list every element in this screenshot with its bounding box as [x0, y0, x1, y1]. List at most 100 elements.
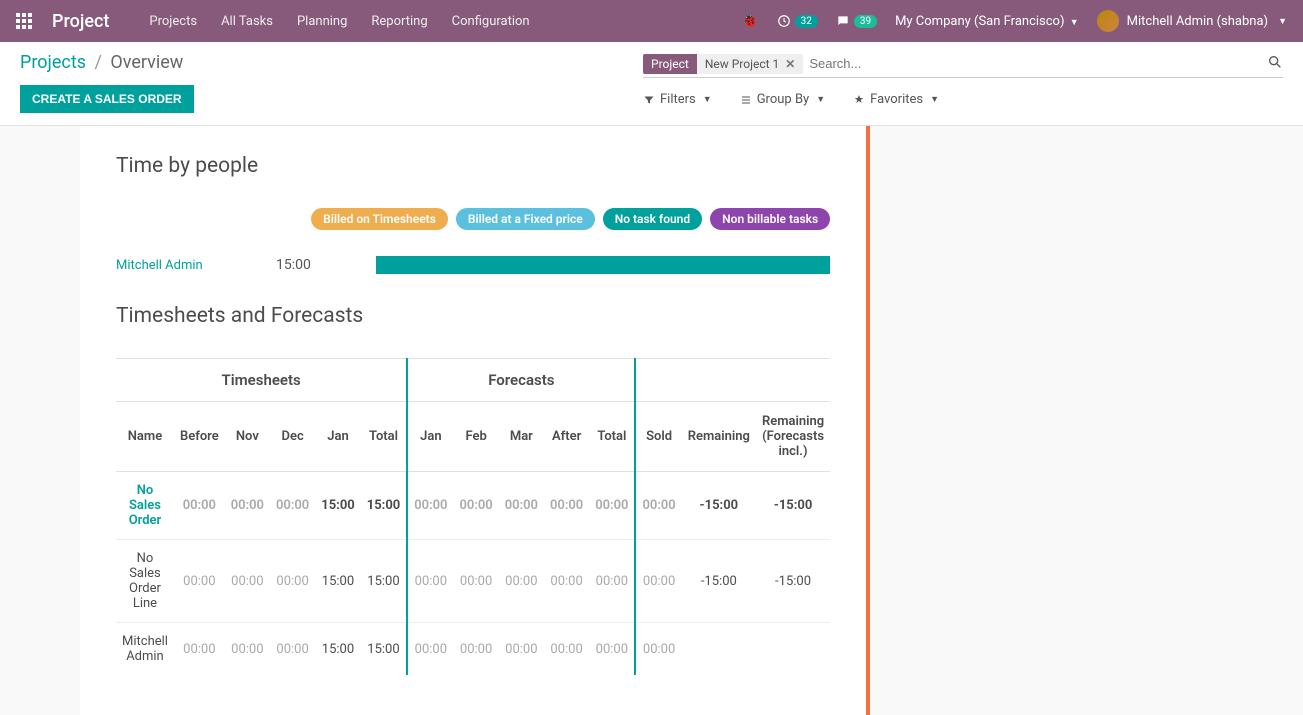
menu-all-tasks[interactable]: All Tasks [221, 14, 273, 29]
cell: 00:00 [589, 472, 635, 540]
col-jan: Jan [315, 402, 361, 472]
create-sales-order-button[interactable]: CREATE A SALES ORDER [20, 85, 194, 113]
cell: 00:00 [407, 540, 453, 623]
top-navbar: Project Projects All Tasks Planning Repo… [0, 0, 1303, 42]
legend-non-billable[interactable]: Non billable tasks [710, 208, 830, 230]
favorites-button[interactable]: Favorites ▼ [853, 92, 939, 107]
main-content: Time by people Billed on Timesheets Bill… [80, 126, 870, 715]
left-gutter [0, 126, 80, 715]
cell: 00:00 [225, 623, 270, 676]
clock-icon [777, 14, 791, 28]
menu-projects[interactable]: Projects [149, 14, 197, 29]
cell: 00:00 [453, 623, 498, 676]
col-sold: Sold [635, 402, 681, 472]
section-time-by-people-title: Time by people [116, 154, 830, 178]
cell: 00:00 [635, 472, 681, 540]
apps-icon[interactable] [16, 13, 32, 29]
company-switcher[interactable]: My Company (San Francisco) ▼ [895, 14, 1079, 29]
facet-value: New Project 1 [705, 57, 779, 71]
user-menu[interactable]: Mitchell Admin (shabna) ▼ [1097, 10, 1287, 32]
cell: 00:00 [499, 540, 544, 623]
activities-badge: 32 [795, 15, 818, 28]
search-input[interactable] [807, 52, 1267, 75]
breadcrumb-current: Overview [110, 52, 183, 73]
cell: 00:00 [270, 540, 315, 623]
main-menu: Projects All Tasks Planning Reporting Co… [149, 14, 529, 29]
table-header-row: Name Before Nov Dec Jan Total Jan Feb Ma… [116, 402, 830, 472]
time-bar [376, 256, 830, 274]
group-forecasts: Forecasts [407, 359, 635, 402]
cell: 00:00 [589, 540, 635, 623]
search-icon[interactable] [1267, 54, 1283, 74]
col-fjan: Jan [407, 402, 453, 472]
col-before: Before [174, 402, 225, 472]
avatar [1097, 10, 1119, 32]
col-nov: Nov [225, 402, 270, 472]
groupby-button[interactable]: Group By ▼ [740, 92, 825, 107]
cell: 00:00 [499, 623, 544, 676]
cell: 00:00 [225, 472, 270, 540]
menu-planning[interactable]: Planning [297, 14, 347, 29]
person-time: 15:00 [276, 257, 356, 273]
cell: 00:00 [453, 540, 498, 623]
cell: 00:00 [407, 472, 453, 540]
chart-legend: Billed on Timesheets Billed at a Fixed p… [116, 208, 830, 230]
cell: 15:00 [315, 540, 361, 623]
table-row: No Sales Order00:0000:0000:0015:0015:000… [116, 472, 830, 540]
menu-configuration[interactable]: Configuration [452, 14, 530, 29]
col-feb: Feb [453, 402, 498, 472]
cell: 15:00 [361, 472, 408, 540]
legend-billed-timesheets[interactable]: Billed on Timesheets [311, 208, 448, 230]
col-ftotal: Total [589, 402, 635, 472]
cell: 00:00 [225, 540, 270, 623]
cell: 00:00 [544, 623, 589, 676]
cell: 15:00 [315, 623, 361, 676]
cell: 00:00 [174, 472, 225, 540]
cell: -15:00 [682, 472, 756, 540]
col-dec: Dec [270, 402, 315, 472]
cell [682, 623, 756, 676]
cell [756, 623, 830, 676]
search-facet-project: Project New Project 1 ✕ [643, 54, 803, 74]
right-gutter [870, 126, 1303, 715]
cell-name[interactable]: No Sales Order [116, 472, 174, 540]
table-row: No Sales Order Line00:0000:0000:0015:001… [116, 540, 830, 623]
user-name: Mitchell Admin (shabna) [1127, 14, 1268, 29]
cell: 00:00 [635, 623, 681, 676]
section-timesheets-forecasts-title: Timesheets and Forecasts [116, 304, 830, 328]
control-panel: Projects / Overview CREATE A SALES ORDER… [0, 42, 1303, 126]
cell: 00:00 [407, 623, 453, 676]
person-link[interactable]: Mitchell Admin [116, 258, 256, 273]
col-total: Total [361, 402, 408, 472]
funnel-icon [643, 94, 655, 106]
col-after: After [544, 402, 589, 472]
facet-remove-icon[interactable]: ✕ [785, 57, 795, 71]
filters-button[interactable]: Filters ▼ [643, 92, 712, 107]
bug-icon[interactable]: 🐞 [741, 13, 758, 29]
cell: 00:00 [270, 472, 315, 540]
cell: 00:00 [270, 623, 315, 676]
cell: 00:00 [589, 623, 635, 676]
cell: 00:00 [174, 540, 225, 623]
time-bar-row: Mitchell Admin 15:00 [116, 256, 830, 274]
messages-badge: 39 [854, 15, 877, 28]
legend-no-task[interactable]: No task found [603, 208, 702, 230]
legend-billed-fixed[interactable]: Billed at a Fixed price [456, 208, 595, 230]
menu-reporting[interactable]: Reporting [371, 14, 427, 29]
cell: 15:00 [315, 472, 361, 540]
group-remaining [635, 359, 830, 402]
breadcrumb: Projects / Overview [20, 52, 194, 73]
col-remaining: Remaining [682, 402, 756, 472]
breadcrumb-root[interactable]: Projects [20, 52, 86, 73]
cell: 15:00 [361, 623, 408, 676]
cell: -15:00 [756, 472, 830, 540]
app-title: Project [52, 11, 109, 32]
activities-button[interactable]: 32 [777, 14, 818, 28]
messages-button[interactable]: 39 [836, 14, 877, 28]
cell: -15:00 [682, 540, 756, 623]
group-timesheets: Timesheets [116, 359, 407, 402]
col-remaining-incl: Remaining (Forecasts incl.) [756, 402, 830, 472]
facet-label: Project [643, 54, 697, 74]
chat-icon [836, 14, 850, 28]
col-mar: Mar [499, 402, 544, 472]
